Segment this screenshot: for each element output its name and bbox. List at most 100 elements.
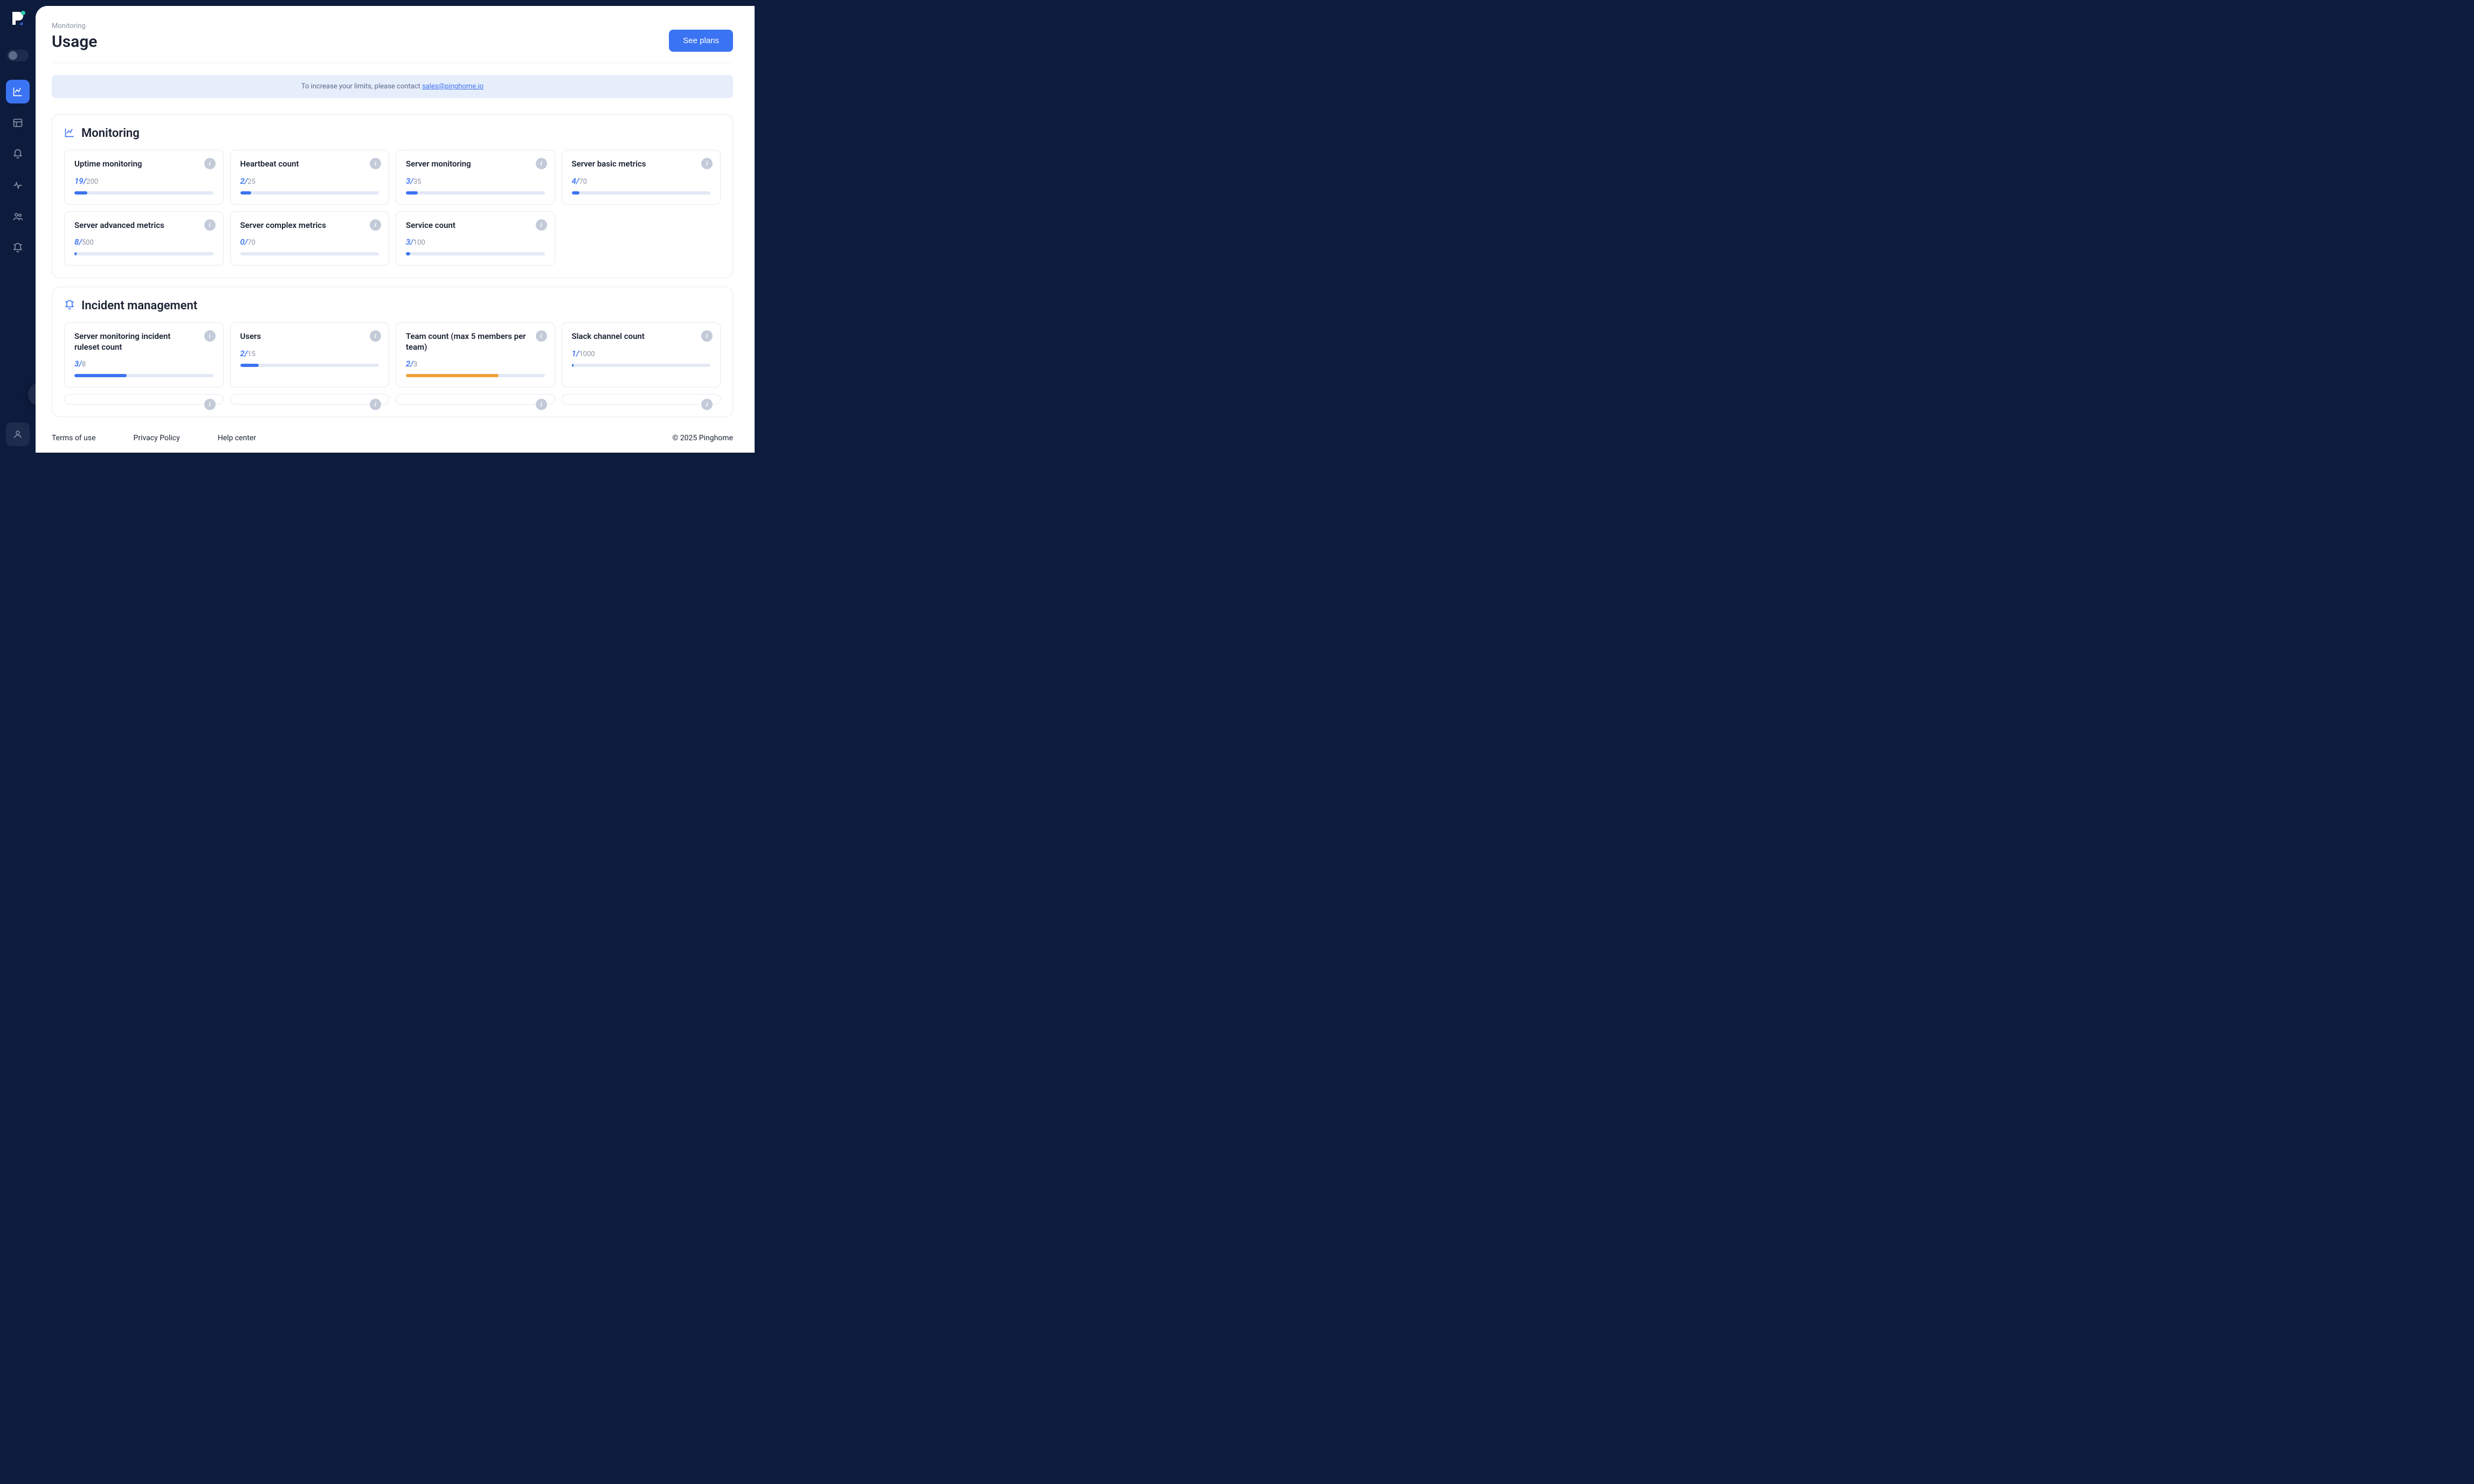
info-icon[interactable]	[204, 330, 216, 342]
bell-icon	[64, 300, 75, 313]
info-icon[interactable]	[701, 158, 713, 169]
progress-fill	[572, 191, 580, 195]
card-metric: 2/15	[240, 349, 379, 358]
cards-grid: Server monitoring incident ruleset count…	[64, 322, 721, 387]
info-icon[interactable]	[701, 399, 713, 410]
sidebar	[0, 0, 36, 453]
breadcrumb: Monitoring	[52, 22, 97, 30]
copyright: © 2025 Pinghome	[672, 434, 733, 442]
metric-used: 2	[240, 176, 245, 186]
card-title: Heartbeat count	[240, 159, 379, 170]
card-metric: 2/3	[406, 359, 545, 369]
theme-toggle[interactable]	[7, 50, 29, 61]
nav-team[interactable]	[6, 205, 30, 228]
metric-total: 70	[579, 178, 587, 186]
metric-used: 2	[240, 349, 245, 358]
card-title: Slack channel count	[572, 331, 711, 342]
bell-icon	[12, 149, 23, 160]
nav-status-pages[interactable]	[6, 111, 30, 135]
nav-monitoring[interactable]	[6, 80, 30, 103]
card-title: Server complex metrics	[240, 220, 379, 231]
info-icon[interactable]	[370, 219, 381, 231]
metric-total: 500	[82, 239, 94, 247]
metric-used: 0	[240, 237, 245, 247]
usage-card: Heartbeat count 2/25	[230, 150, 390, 205]
progress-bar	[74, 374, 213, 377]
metric-total: 15	[247, 350, 255, 358]
progress-fill	[406, 252, 410, 255]
metric-total: 25	[247, 178, 255, 186]
progress-bar	[406, 191, 545, 195]
card-title: Server monitoring	[406, 159, 545, 170]
card-title: Server basic metrics	[572, 159, 711, 170]
metric-used: 4	[572, 176, 576, 186]
info-icon[interactable]	[204, 399, 216, 410]
metric-total: 1000	[579, 350, 595, 358]
progress-bar	[572, 191, 711, 195]
info-icon[interactable]	[204, 158, 216, 169]
chart-icon	[64, 127, 75, 140]
usage-card: Service count3/100	[396, 211, 555, 266]
info-icon[interactable]	[701, 330, 713, 342]
progress-fill	[572, 364, 573, 367]
info-icon[interactable]	[204, 219, 216, 231]
usage-card: Server monitoring3/35	[396, 150, 555, 205]
usage-card	[562, 394, 721, 405]
user-icon	[13, 429, 23, 439]
card-metric: 3/8	[74, 359, 213, 369]
card-title: Server monitoring incident ruleset count	[74, 331, 213, 352]
card-title: Team count (max 5 members per team)	[406, 331, 545, 352]
footer-link[interactable]: Privacy Policy	[134, 434, 180, 442]
content-scroll[interactable]: Monitoring Usage See plans To increase y…	[36, 6, 755, 423]
nav-notifications[interactable]	[6, 236, 30, 260]
pulse-icon	[12, 180, 23, 191]
nav-alerts[interactable]	[6, 142, 30, 166]
metric-total: 70	[247, 239, 255, 247]
progress-bar	[240, 191, 379, 195]
card-metric: 4/70	[572, 176, 711, 186]
progress-bar	[572, 364, 711, 367]
usage-card: Users 2/15	[230, 322, 390, 387]
info-icon[interactable]	[370, 158, 381, 169]
card-title: Uptime monitoring	[74, 159, 213, 170]
nav-heartbeats[interactable]	[6, 174, 30, 197]
progress-bar	[240, 364, 379, 367]
section-header: Incident management	[64, 299, 721, 313]
cards-grid	[64, 394, 721, 405]
section-title: Incident management	[81, 299, 197, 313]
card-metric: 8/500	[74, 237, 213, 247]
metric-total: 100	[413, 239, 425, 247]
progress-fill	[74, 252, 77, 255]
footer-link[interactable]: Terms of use	[52, 434, 96, 442]
progress-fill	[240, 191, 252, 195]
main-content: Monitoring Usage See plans To increase y…	[36, 6, 755, 453]
card-metric: 2/25	[240, 176, 379, 186]
card-title: Users	[240, 331, 379, 342]
progress-fill	[406, 191, 418, 195]
info-icon[interactable]	[370, 330, 381, 342]
metric-total: 8	[82, 360, 86, 369]
progress-bar	[406, 252, 545, 255]
info-icon[interactable]	[536, 219, 547, 231]
footer-link[interactable]: Help center	[218, 434, 256, 442]
app-logo[interactable]	[8, 9, 27, 28]
progress-bar	[406, 374, 545, 377]
metric-used: 1	[572, 349, 576, 358]
banner-text: To increase your limits, please contact	[301, 82, 422, 91]
see-plans-button[interactable]: See plans	[669, 30, 733, 52]
progress-fill	[74, 374, 127, 377]
metric-total: 200	[86, 178, 98, 186]
card-metric: 1/1000	[572, 349, 711, 358]
usage-card: Uptime monitoring19/200	[64, 150, 224, 205]
usage-card	[230, 394, 390, 405]
info-icon[interactable]	[370, 399, 381, 410]
info-icon[interactable]	[536, 158, 547, 169]
progress-bar	[240, 252, 379, 255]
metric-total: 35	[413, 178, 421, 186]
usage-card	[396, 394, 555, 405]
info-icon[interactable]	[536, 330, 547, 342]
banner-email-link[interactable]: sales@pinghome.io	[422, 82, 483, 91]
info-icon[interactable]	[536, 399, 547, 410]
page-title: Usage	[52, 32, 97, 51]
user-menu[interactable]	[6, 422, 30, 446]
